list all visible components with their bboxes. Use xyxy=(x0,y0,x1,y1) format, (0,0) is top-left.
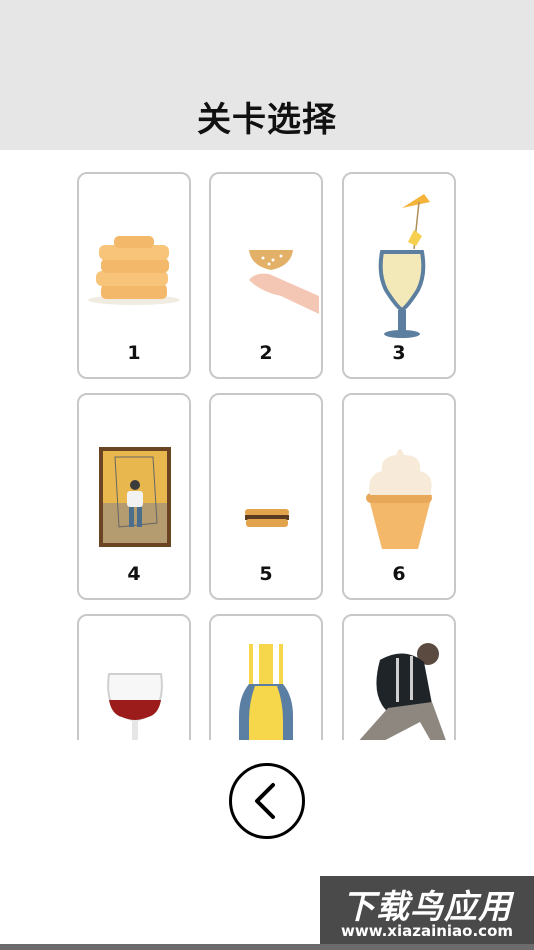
level-number: 5 xyxy=(259,563,273,585)
hand-holding-bowl-icon xyxy=(249,250,319,314)
level-card-3[interactable]: 3 xyxy=(342,172,456,379)
sandwich-icon xyxy=(245,509,289,527)
pancake-stack-icon xyxy=(88,236,180,305)
level-card-4[interactable]: 4 xyxy=(77,393,191,600)
watermark: 下载鸟应用 www.xiazainiao.com xyxy=(320,876,534,944)
bottom-edge-bar xyxy=(0,944,534,950)
framed-painting-icon xyxy=(99,447,171,547)
chevron-left-icon xyxy=(255,783,275,819)
back-button[interactable] xyxy=(229,763,305,839)
watermark-title: 下载鸟应用 xyxy=(342,887,512,926)
cocktail-glass-icon xyxy=(378,194,430,338)
level-card-2[interactable]: 2 xyxy=(209,172,323,379)
page-title: 关卡选择 xyxy=(197,100,337,140)
level-card-5[interactable]: 5 xyxy=(209,393,323,600)
level-number: 4 xyxy=(127,563,141,585)
level-number: 6 xyxy=(392,563,406,585)
dancing-man-icon xyxy=(359,643,446,740)
level-card-7[interactable]: 7 xyxy=(77,614,191,740)
level-number: 3 xyxy=(392,342,406,364)
level-card-9[interactable]: 9 xyxy=(342,614,456,740)
header-bar: 关卡选择 xyxy=(0,0,534,150)
level-card-1[interactable]: 1 xyxy=(77,172,191,379)
level-number: 1 xyxy=(127,342,141,364)
level-number: 2 xyxy=(259,342,273,364)
red-wine-glass-icon xyxy=(107,673,163,740)
watermark-url: www.xiazainiao.com xyxy=(340,922,514,940)
level-grid[interactable]: 1 2 3 4 5 6 xyxy=(0,150,534,740)
level-card-6[interactable]: 6 xyxy=(342,393,456,600)
ice-cream-cone-icon xyxy=(366,449,432,549)
beer-bottle-icon xyxy=(239,644,293,740)
level-card-8[interactable]: 8 xyxy=(209,614,323,740)
level-select-screen: 关卡选择 1 2 3 4 5 6 下载鸟应用 www.xiazainiao.co… xyxy=(0,0,534,950)
